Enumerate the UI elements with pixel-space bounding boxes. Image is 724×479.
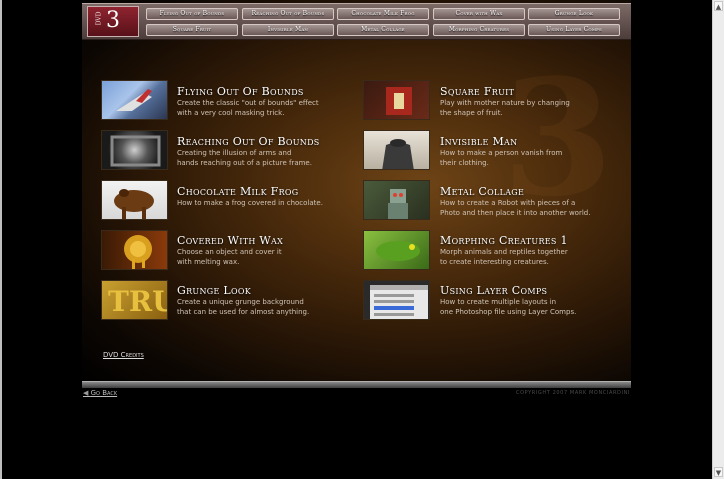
desc1-reaching-out-of-bounds: Creating the illusion of arms and [177, 149, 292, 157]
title-using-layer-comps[interactable]: Using Layer Comps [440, 284, 547, 297]
grunge-thumbnail-text: TRU [108, 285, 167, 318]
nav-chocolate-milk-frog[interactable]: Chocolate Milk Frog [337, 8, 429, 20]
thumbnail-morphing-creatures[interactable] [363, 230, 430, 270]
desc1-grunge-look: Create a unique grunge background [177, 298, 304, 306]
square-fruit-icon [386, 87, 412, 115]
desc2-covered-with-wax: with melting wax. [177, 258, 240, 266]
go-back-link[interactable]: ◀ Go Back [83, 389, 117, 397]
nav-metal-collage[interactable]: Metal Collage [337, 24, 429, 36]
dvd-logo[interactable]: DVD 3 [87, 6, 139, 37]
title-flying-out-of-bounds[interactable]: Flying Out Of Bounds [177, 85, 304, 98]
thumbnail-flying-out-of-bounds[interactable] [101, 80, 168, 120]
desc2-reaching-out-of-bounds: hands reaching out of a picture frame. [177, 159, 312, 167]
nav-square-fruit[interactable]: Square Fruit [146, 24, 238, 36]
bottom-divider-bar [82, 381, 631, 388]
desc1-using-layer-comps: How to create multiple layouts in [440, 298, 557, 306]
vertical-scrollbar[interactable]: ▲ ▼ [712, 0, 724, 479]
title-square-fruit[interactable]: Square Fruit [440, 85, 514, 98]
nav-reaching-out-of-bounds[interactable]: Reaching Out of Bounds [242, 8, 334, 20]
thumbnail-grunge-look[interactable]: TRU [101, 280, 168, 320]
picture-frame-icon [110, 135, 161, 167]
top-navigation-bar: DVD 3 Flying Out of Bounds Reaching Out … [82, 3, 631, 40]
desc1-morphing-creatures: Morph animals and reptiles together [440, 248, 568, 256]
title-morphing-creatures[interactable]: Morphing Creatures 1 [440, 234, 568, 247]
title-chocolate-milk-frog[interactable]: Chocolate Milk Frog [177, 185, 298, 198]
scroll-down-arrow-icon[interactable]: ▼ [714, 467, 723, 477]
title-covered-with-wax[interactable]: Covered With Wax [177, 234, 283, 247]
wax-object-icon [124, 235, 152, 269]
thumbnail-metal-collage[interactable] [363, 180, 430, 220]
nav-using-layer-comps[interactable]: Using Layer Comps [528, 24, 620, 36]
desc2-grunge-look: that can be used for almost anything. [177, 308, 310, 316]
desc2-morphing-creatures: to create interesting creatures. [440, 258, 549, 266]
plane-icon [116, 89, 152, 111]
copyright-text: COPYRIGHT 2007 MARK MONCIARDINI [516, 390, 630, 396]
thumbnail-square-fruit[interactable] [363, 80, 430, 120]
window-left-edge [0, 0, 2, 479]
thumbnail-chocolate-milk-frog[interactable] [101, 180, 168, 220]
frog-icon [114, 189, 154, 219]
desc1-metal-collage: How to create a Robot with pieces of a [440, 199, 576, 207]
thumbnail-reaching-out-of-bounds[interactable] [101, 130, 168, 170]
nav-invisible-man[interactable]: Invisible Man [242, 24, 334, 36]
title-reaching-out-of-bounds[interactable]: Reaching Out Of Bounds [177, 135, 320, 148]
logo-dvd-text: DVD [95, 11, 103, 26]
desc1-square-fruit: Play with mother nature by changing [440, 99, 570, 107]
nav-flying-out-of-bounds[interactable]: Flying Out of Bounds [146, 8, 238, 20]
title-metal-collage[interactable]: Metal Collage [440, 185, 524, 198]
thumbnail-invisible-man[interactable] [363, 130, 430, 170]
nav-grunge-look[interactable]: Grunge Look [528, 8, 620, 20]
back-arrow-icon: ◀ [83, 389, 91, 397]
desc2-invisible-man: their clothing. [440, 159, 489, 167]
nav-morphing-creatures[interactable]: Morphing Creatures [433, 24, 525, 36]
thumbnail-using-layer-comps[interactable] [363, 280, 430, 320]
clothing-icon [382, 139, 414, 169]
robot-icon [388, 189, 408, 219]
nav-cover-with-wax[interactable]: Cover with Wax [433, 8, 525, 20]
lizard-icon [376, 241, 420, 261]
desc2-using-layer-comps: one Photoshop file using Layer Comps. [440, 308, 577, 316]
desc2-flying-out-of-bounds: with a very cool masking trick. [177, 109, 285, 117]
thumbnail-covered-with-wax[interactable] [101, 230, 168, 270]
desc1-flying-out-of-bounds: Create the classic "out of bounds" effec… [177, 99, 319, 107]
title-grunge-look[interactable]: Grunge Look [177, 284, 251, 297]
desc1-invisible-man: How to make a person vanish from [440, 149, 563, 157]
desc2-metal-collage: Photo and then place it into another wor… [440, 209, 591, 217]
logo-number: 3 [106, 8, 120, 33]
scroll-up-arrow-icon[interactable]: ▲ [714, 1, 723, 11]
title-invisible-man[interactable]: Invisible Man [440, 135, 517, 148]
desc1-covered-with-wax: Choose an object and cover it [177, 248, 282, 256]
desc2-square-fruit: the shape of fruit. [440, 109, 503, 117]
layer-comps-panel-icon [370, 285, 428, 319]
desc1-chocolate-milk-frog: How to make a frog covered in chocolate. [177, 199, 323, 207]
go-back-label: Go Back [90, 389, 118, 397]
dvd-credits-link[interactable]: DVD Credits [103, 351, 144, 359]
